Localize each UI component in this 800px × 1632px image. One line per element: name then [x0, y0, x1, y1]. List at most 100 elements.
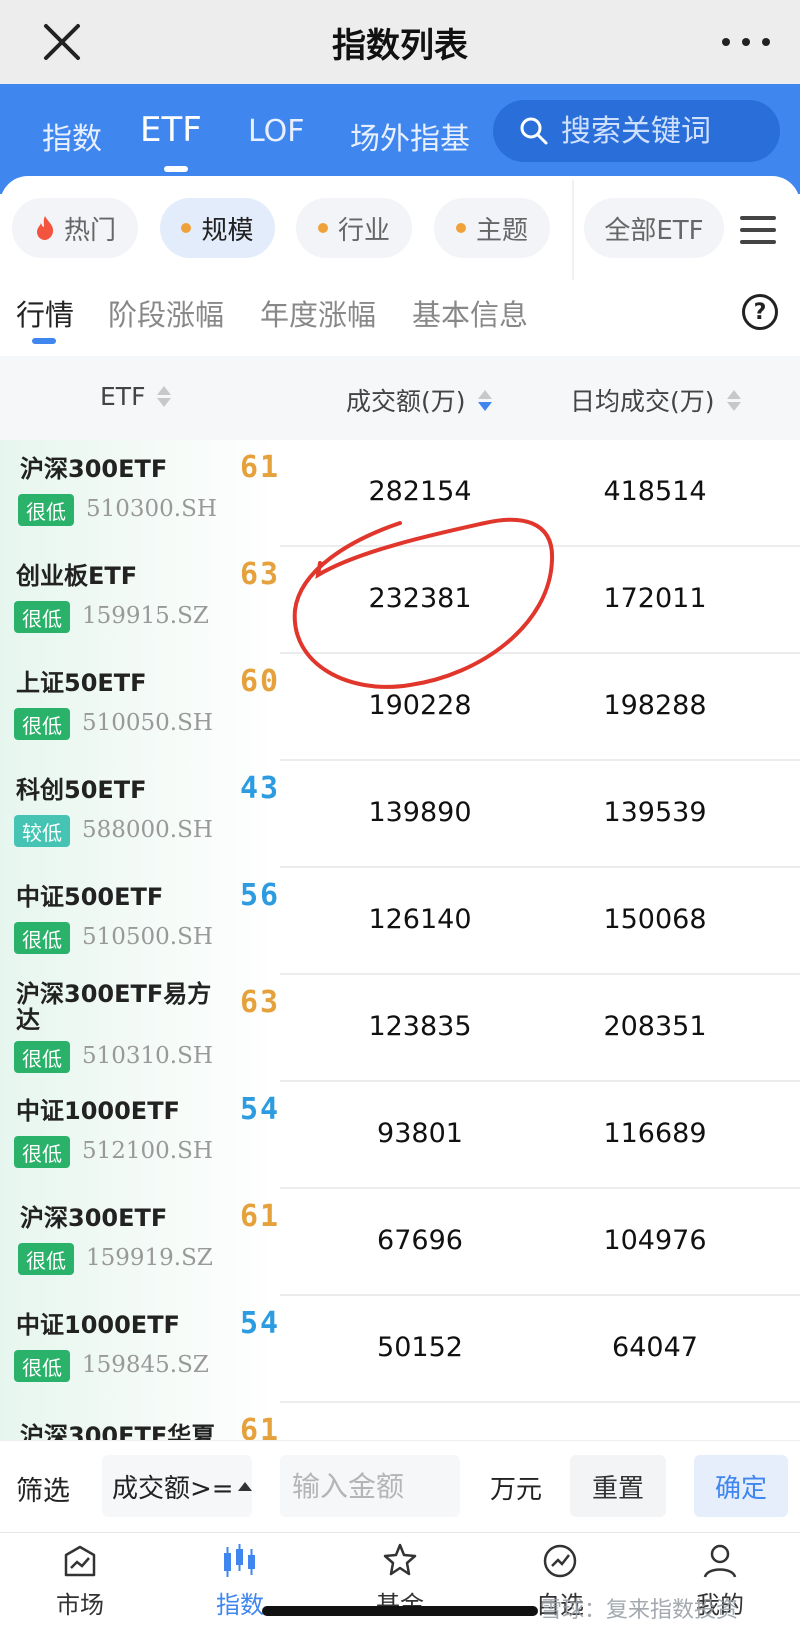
tab-etf[interactable]: ETF — [140, 110, 202, 150]
unit-label: 万元 — [490, 1475, 543, 1505]
avg-turnover-value: 116689 — [603, 1118, 707, 1149]
category-chip-label: 全部ETF — [604, 215, 704, 246]
page-title: 指数列表 — [332, 25, 468, 66]
table-row[interactable]: 沪深300ETF 很低 159919.SZ 61 67696 104976 — [0, 1189, 800, 1296]
valuation-score: 43 — [240, 771, 281, 806]
avg-turnover-value: 198288 — [603, 690, 707, 721]
valuation-score: 54 — [240, 1306, 281, 1341]
amount-input[interactable] — [280, 1455, 460, 1517]
etf-name: 中证1000ETF — [16, 1311, 180, 1339]
category-chip-all-etf[interactable]: 全部ETF — [584, 198, 724, 258]
valuation-badge: 很低 — [14, 922, 70, 954]
avg-turnover-value: 208351 — [603, 1011, 707, 1042]
category-chip-theme[interactable]: 主题 — [434, 198, 550, 258]
column-header-etf[interactable]: ETF — [100, 382, 172, 411]
sort-icon — [726, 389, 741, 411]
more-icon[interactable] — [722, 26, 770, 58]
etf-code: 510500.SH — [82, 924, 213, 950]
etf-name: 中证1000ETF — [16, 1097, 180, 1125]
help-icon[interactable]: ? — [742, 294, 778, 330]
avg-turnover-value: 172011 — [603, 583, 707, 614]
valuation-badge: 很低 — [18, 1243, 74, 1275]
valuation-score: 63 — [240, 557, 281, 592]
etf-code: 512100.SH — [82, 1138, 213, 1164]
fund-icon — [383, 1543, 417, 1576]
table-row[interactable]: 科创50ETF 较低 588000.SH 43 139890 139539 — [0, 761, 800, 868]
table-row[interactable]: 中证1000ETF 很低 159845.SZ 54 50152 64047 — [0, 1296, 800, 1403]
table-row[interactable]: 中证500ETF 很低 510500.SH 56 126140 150068 — [0, 868, 800, 975]
menu-icon[interactable] — [740, 216, 776, 244]
table-header: ETF 成交额(万) 日均成交(万) — [0, 356, 800, 440]
valuation-badge: 很低 — [14, 1136, 70, 1168]
etf-code: 588000.SH — [82, 817, 213, 843]
category-chip-hot[interactable]: 热门 — [12, 198, 138, 258]
fire-icon — [36, 216, 54, 240]
etf-name: 沪深300ETF易方达 — [16, 980, 212, 1034]
reset-button[interactable]: 重置 — [570, 1455, 666, 1517]
confirm-button[interactable]: 确定 — [694, 1455, 788, 1517]
tab-index[interactable]: 指数 — [42, 114, 102, 158]
valuation-score: 60 — [240, 664, 281, 699]
etf-code: 159845.SZ — [82, 1352, 209, 1378]
category-chip-label: 规模 — [201, 215, 254, 246]
close-icon[interactable] — [40, 20, 84, 64]
dot-icon — [317, 223, 328, 233]
column-header-label: 日均成交(万) — [570, 387, 715, 416]
column-header-avg-turnover[interactable]: 日均成交(万) — [570, 382, 741, 418]
category-chip-label: 行业 — [337, 215, 390, 246]
tab-lof[interactable]: LOF — [248, 114, 305, 149]
etf-code: 510310.SH — [82, 1043, 213, 1069]
search-box[interactable] — [493, 100, 780, 162]
turnover-value: 139890 — [368, 797, 472, 828]
filter-bar: 筛选 成交额>= 万元 重置 确定 — [0, 1440, 800, 1532]
subtab-annual-change[interactable]: 年度涨幅 — [260, 292, 376, 334]
column-header-label: ETF — [100, 382, 146, 411]
valuation-badge: 较低 — [14, 815, 70, 847]
etf-name: 创业板ETF — [16, 562, 138, 590]
filter-condition-select[interactable]: 成交额>= — [102, 1455, 252, 1517]
column-header-turnover[interactable]: 成交额(万) — [346, 382, 492, 418]
valuation-score: 56 — [240, 878, 281, 913]
table-row[interactable]: 中证1000ETF 很低 512100.SH 54 93801 116689 — [0, 1082, 800, 1189]
avg-turnover-value: 150068 — [603, 904, 707, 935]
filter-condition-value: 成交额>= — [112, 1473, 234, 1504]
avg-turnover-value: 64047 — [612, 1332, 698, 1363]
etf-name: 科创50ETF — [16, 776, 147, 804]
valuation-badge: 很低 — [14, 1350, 70, 1382]
avg-turnover-value: 139539 — [603, 797, 707, 828]
watchlist-icon — [543, 1544, 577, 1578]
red-circle-annotation — [292, 517, 555, 689]
turnover-value: 123835 — [368, 1011, 472, 1042]
etf-name: 沪深300ETF — [20, 455, 168, 483]
sort-icon — [157, 386, 172, 407]
etf-name: 中证500ETF — [16, 883, 164, 911]
valuation-score: 61 — [240, 450, 281, 485]
dot-icon — [181, 223, 192, 233]
divider — [572, 180, 574, 280]
turnover-value: 50152 — [377, 1332, 463, 1363]
turnover-value: 126140 — [368, 904, 472, 935]
valuation-badge: 很低 — [14, 1041, 70, 1073]
turnover-value: 93801 — [377, 1118, 463, 1149]
tab-offsite-fund[interactable]: 场外指基 — [350, 114, 470, 158]
valuation-badge: 很低 — [14, 601, 70, 633]
dot-icon — [455, 223, 466, 233]
category-chip-industry[interactable]: 行业 — [296, 198, 412, 258]
table-row[interactable]: 沪深300ETF易方达 很低 510310.SH 63 123835 20835… — [0, 975, 800, 1082]
subtab-basic-info[interactable]: 基本信息 — [412, 292, 528, 334]
valuation-score: 61 — [240, 1199, 281, 1234]
nav-market[interactable]: 市场 — [20, 1541, 140, 1620]
etf-code: 159919.SZ — [86, 1245, 213, 1271]
home-indicator[interactable] — [262, 1606, 538, 1616]
category-chip-scale[interactable]: 规模 — [160, 198, 275, 258]
market-icon — [64, 1545, 96, 1577]
sort-desc-icon — [477, 389, 492, 411]
candlestick-icon — [224, 1544, 255, 1577]
subtab-quote[interactable]: 行情 — [16, 292, 74, 334]
valuation-score: 54 — [240, 1092, 281, 1127]
search-input[interactable] — [561, 113, 761, 149]
avg-turnover-value: 104976 — [603, 1225, 707, 1256]
valuation-badge: 很低 — [14, 708, 70, 740]
etf-code: 510300.SH — [86, 496, 217, 522]
subtab-period-change[interactable]: 阶段涨幅 — [108, 292, 224, 334]
